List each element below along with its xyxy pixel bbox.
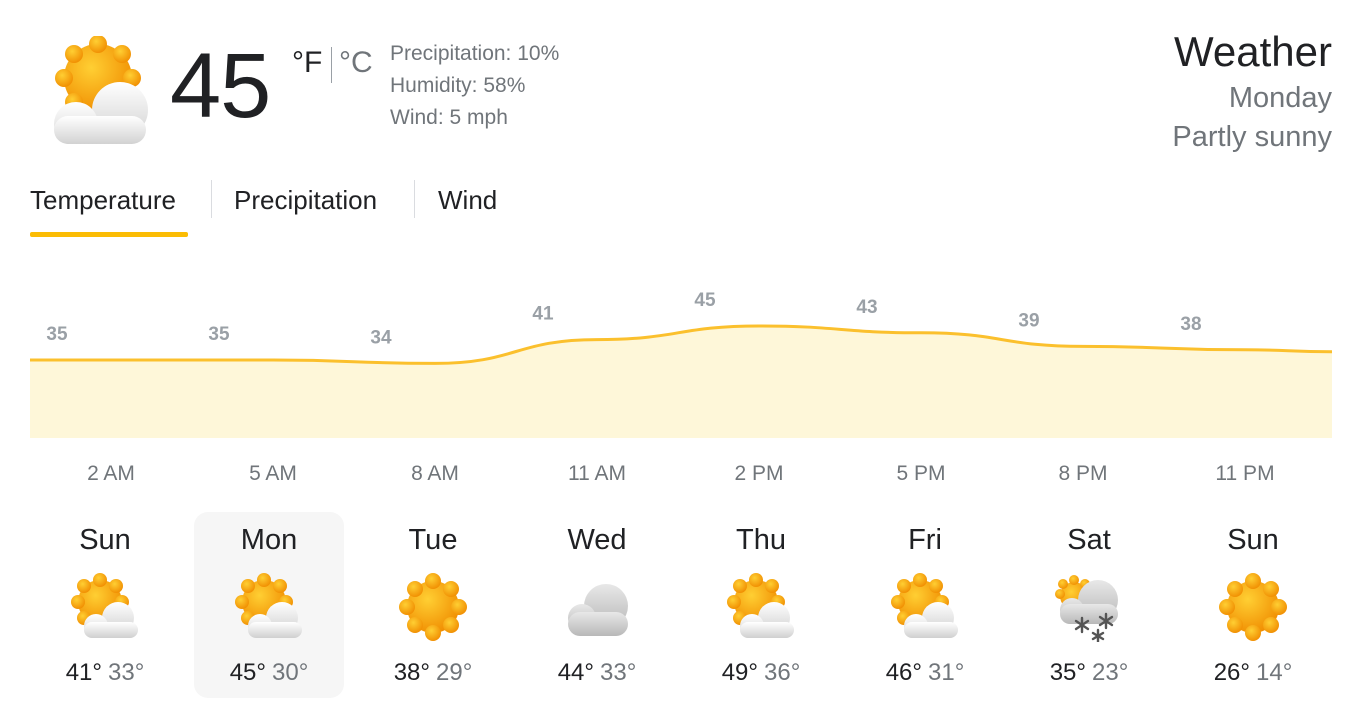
- temperature-data-label: 35: [46, 324, 68, 345]
- day-temps: 41° 33°: [30, 659, 180, 687]
- hour-label: 5 PM: [896, 462, 946, 485]
- hour-label: 2 AM: [87, 462, 135, 485]
- humidity-stat: Humidity: 58%: [390, 74, 526, 97]
- day-temps: 49° 36°: [686, 659, 836, 687]
- low-temp: 23°: [1092, 659, 1129, 686]
- unit-divider: [331, 47, 332, 83]
- high-temp: 46°: [885, 659, 922, 686]
- temperature-data-label: 43: [856, 297, 877, 318]
- unit-fahrenheit-button[interactable]: °F: [292, 46, 322, 80]
- low-temp: 33°: [108, 659, 145, 686]
- day-temps: 44° 33°: [522, 659, 672, 687]
- hour-label: 8 PM: [1058, 462, 1108, 485]
- tab-divider: [414, 180, 415, 218]
- day-card-sun[interactable]: Sun 41° 33°: [30, 512, 180, 698]
- current-temperature: 45: [170, 35, 271, 137]
- unit-celsius-button[interactable]: °C: [339, 46, 373, 80]
- high-temp: 44°: [557, 659, 594, 686]
- temperature-chart: 35 35 34 41 45 43 39 38: [30, 290, 1333, 438]
- low-temp: 36°: [764, 659, 801, 686]
- weather-description: Partly sunny: [1172, 121, 1332, 153]
- hour-label: 11 AM: [568, 462, 626, 485]
- day-temps: 38° 29°: [358, 659, 508, 687]
- high-temp: 49°: [721, 659, 758, 686]
- temperature-data-label: 34: [370, 327, 392, 348]
- low-temp: 33°: [600, 659, 637, 686]
- high-temp: 45°: [229, 659, 266, 686]
- day-temps: 46° 31°: [850, 659, 1000, 687]
- temperature-data-label: 39: [1018, 310, 1039, 331]
- temperature-data-label: 35: [208, 324, 230, 345]
- snow-icon: [1054, 572, 1124, 642]
- day-name: Sun: [1227, 524, 1279, 556]
- low-temp: 29°: [436, 659, 473, 686]
- wind-stat: Wind: 5 mph: [390, 106, 508, 129]
- sunny-icon: [1218, 572, 1288, 642]
- selected-day: Monday: [1228, 82, 1332, 114]
- partly-cloudy-icon: [234, 572, 304, 642]
- high-temp: 26°: [1213, 659, 1250, 686]
- hour-label: 2 PM: [734, 462, 784, 485]
- day-card-mon[interactable]: Mon 45° 30°: [194, 512, 344, 698]
- tab-wind[interactable]: Wind: [438, 185, 497, 216]
- day-name: Tue: [408, 524, 458, 556]
- day-temps: 35° 23°: [1014, 659, 1164, 687]
- day-name: Sun: [79, 524, 131, 556]
- day-name: Mon: [240, 524, 298, 556]
- tab-temperature[interactable]: Temperature: [30, 185, 176, 216]
- high-temp: 35°: [1049, 659, 1086, 686]
- day-name: Sat: [1067, 524, 1111, 556]
- current-weather-icon: [36, 35, 148, 146]
- day-temps: 45° 30°: [194, 659, 344, 687]
- day-card-sun-2[interactable]: Sun 26° 14°: [1178, 512, 1328, 698]
- high-temp: 38°: [393, 659, 430, 686]
- sunny-icon: [398, 572, 468, 642]
- partly-cloudy-icon: [890, 572, 960, 642]
- day-name: Wed: [567, 524, 627, 556]
- low-temp: 14°: [1256, 659, 1293, 686]
- day-temps: 26° 14°: [1178, 659, 1328, 687]
- day-card-wed[interactable]: Wed 44° 33°: [522, 512, 672, 698]
- temperature-data-label: 45: [694, 290, 716, 311]
- day-name: Thu: [736, 524, 786, 556]
- hour-label: 5 AM: [249, 462, 297, 485]
- tab-divider: [211, 180, 212, 218]
- high-temp: 41°: [65, 659, 102, 686]
- day-card-sat[interactable]: Sat 35° 23°: [1014, 512, 1164, 698]
- cloudy-icon: [562, 572, 632, 642]
- tab-precipitation[interactable]: Precipitation: [234, 185, 377, 216]
- temperature-data-label: 41: [532, 304, 554, 325]
- partly-cloudy-icon: [70, 572, 140, 642]
- temperature-data-label: 38: [1180, 314, 1201, 335]
- low-temp: 30°: [272, 659, 309, 686]
- hour-label: 11 PM: [1215, 462, 1275, 485]
- low-temp: 31°: [928, 659, 965, 686]
- day-name: Fri: [908, 524, 942, 556]
- selected-tab-indicator: [30, 232, 188, 237]
- day-card-fri[interactable]: Fri 46° 31°: [850, 512, 1000, 698]
- widget-title: Weather: [1174, 28, 1332, 75]
- precipitation-stat: Precipitation: 10%: [390, 42, 560, 65]
- day-card-thu[interactable]: Thu 49° 36°: [686, 512, 836, 698]
- day-card-tue[interactable]: Tue 38° 29°: [358, 512, 508, 698]
- partly-cloudy-icon: [726, 572, 796, 642]
- hour-label: 8 AM: [411, 462, 459, 485]
